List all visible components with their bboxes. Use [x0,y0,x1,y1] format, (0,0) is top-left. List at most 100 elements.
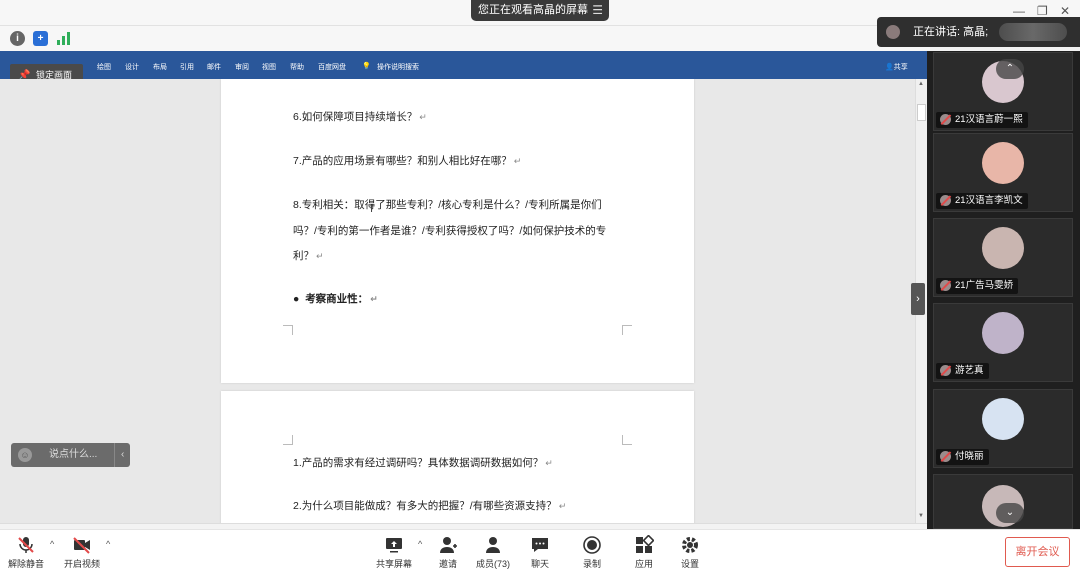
chevron-up-icon[interactable]: ^ [106,539,110,549]
active-speaker-indicator: 正在讲话: 高晶; [877,17,1080,47]
chat-placeholder: 说点什么... [49,449,98,460]
shield-icon[interactable]: + [33,31,48,46]
apps-icon [636,535,654,553]
ribbon-tab[interactable]: 引用 [180,62,194,72]
chevron-up-icon[interactable]: ⌃ [996,59,1024,79]
ribbon-tab[interactable]: 布局 [153,62,167,72]
doc-line: 1.产品的需求有经过调研吗？具体数据调研数据如何？ ↵ [293,457,553,469]
document-canvas[interactable]: 6.如何保障项目持续增长？ ↵ 7.产品的应用场景有哪些？和别人相比好在哪？ ↵ 8… [0,79,915,523]
ribbon-search[interactable]: 操作说明搜索 [377,62,419,72]
add-user-icon [440,537,457,553]
chat-label: 聊天 [530,559,549,569]
members-icon [486,537,500,553]
leave-meeting-button[interactable]: 离开会议 [1005,537,1070,567]
scrollbar-thumb[interactable] [917,104,926,121]
divider [114,443,115,467]
doc-line: 6.如何保障项目持续增长？ ↵ [293,111,427,123]
participant-name: 游艺真 [936,363,989,379]
lightbulb-icon: 💡 [362,63,371,70]
mic-muted-icon [940,114,951,125]
speaker-avatar-icon [886,25,900,39]
participant-name: 21广告马雯娇 [936,278,1019,294]
settings-label: 设置 [680,559,699,569]
doc-line: 吗？/专利的第一作者是谁？/专利获得授权了吗？/如何保护技术的专 [293,225,607,237]
ribbon-tab[interactable]: 百度网盘 [318,62,346,72]
mic-muted-icon [940,365,951,376]
info-icon[interactable]: i [10,31,25,46]
participant-name: 付晓丽 [936,449,989,465]
invite-label: 邀请 [438,559,457,569]
ribbon-tab[interactable]: 绘图 [97,62,111,72]
invite-button[interactable]: 邀请 [438,535,458,570]
participant-tile[interactable]: ⌃ 21汉语言蔚一熙 [933,52,1073,131]
chevron-left-icon[interactable]: ‹ [121,443,124,467]
page-corner-mark [622,435,632,445]
avatar [982,398,1024,440]
start-video-button[interactable]: 开启视频 [64,535,100,570]
document-page[interactable]: 1.产品的需求有经过调研吗？具体数据调研数据如何？ ↵ 2.为什么项目能做成？有多… [221,391,694,523]
word-ribbon: 绘图 设计 布局 引用 邮件 审阅 视图 帮助 百度网盘 💡 操作说明搜索 👤共… [0,51,930,79]
chat-input[interactable]: ☺ 说点什么... ‹ [11,443,130,467]
doc-line: 利？ ↵ [293,250,324,262]
members-label: 成员(73) [476,559,511,569]
unmute-button[interactable]: 解除静音 [8,535,44,570]
share-screen-label: 共享屏幕 [376,559,413,569]
share-screen-icon [386,538,402,553]
close-icon[interactable]: ✕ [1060,4,1070,18]
chevron-up-icon[interactable]: ^ [50,539,54,549]
participant-tile[interactable]: 21广告马雯娇 [933,218,1073,297]
participant-tile[interactable]: ⌄ [933,474,1073,529]
share-doc-button[interactable]: 👤共享 [885,62,908,72]
ribbon-tab[interactable]: 设计 [125,62,139,72]
panel-collapse-handle[interactable]: › [911,283,925,315]
menu-icon[interactable]: ☰ [592,0,603,21]
mic-off-icon [18,537,34,553]
meeting-toolbar: 解除静音 ^ 开启视频 ^ 共享屏幕 ^ 邀请 成员(73) 聊天 录制 应用 … [0,529,1080,574]
restore-icon[interactable]: ❐ [1037,4,1048,18]
scroll-down-icon[interactable]: ▼ [918,513,924,519]
doc-line: 7.产品的应用场景有哪些？和别人相比好在哪？ ↵ [293,155,522,167]
participant-tile[interactable]: 付晓丽 [933,389,1073,468]
chat-button[interactable]: 聊天 [530,535,550,570]
share-label: 共享 [893,64,908,71]
participant-tile[interactable]: 游艺真 [933,303,1073,382]
record-icon [583,536,601,554]
record-label: 录制 [582,559,601,569]
gear-icon [682,537,698,553]
chevron-down-icon[interactable]: ⌄ [996,503,1024,523]
doc-line: 2.为什么项目能做成？有多大的把握？/有哪些资源支持？ ↵ [293,500,567,512]
mic-muted-icon [940,195,951,206]
text-cursor-icon: I [370,203,374,215]
ribbon-tab[interactable]: 邮件 [207,62,221,72]
ribbon-tab[interactable]: 审阅 [235,62,249,72]
mic-muted-icon [940,451,951,462]
participant-name: 21汉语言蔚一熙 [936,112,1028,128]
chat-icon [532,538,548,552]
meeting-window: 您正在观看高晶的屏幕 ☰ — ❐ ✕ i + 正在讲话: 高晶; 绘图 设计 布… [0,0,1080,574]
participant-tile[interactable]: 21汉语言李凯文 [933,133,1073,212]
emoji-icon[interactable]: ☺ [18,448,32,462]
doc-line: 8.专利相关：取得了那些专利？/核心专利是什么？/专利所属是你们 [293,199,602,211]
ribbon-tab[interactable]: 帮助 [290,62,304,72]
apps-button[interactable]: 应用 [634,535,654,570]
screen-share-banner[interactable]: 您正在观看高晶的屏幕 ☰ [471,0,609,21]
minimize-icon[interactable]: — [1013,4,1025,18]
page-corner-mark [283,435,293,445]
speaker-label: 正在讲话: 高晶; [913,26,989,38]
share-screen-button[interactable]: 共享屏幕 [376,535,412,570]
person-icon: 👤 [885,64,894,71]
speaker-audio-wave [999,23,1067,41]
members-button[interactable]: 成员(73) [476,535,510,570]
mic-muted-icon [940,280,951,291]
document-page[interactable]: 6.如何保障项目持续增长？ ↵ 7.产品的应用场景有哪些？和别人相比好在哪？ ↵ 8… [221,79,694,383]
chevron-up-icon[interactable]: ^ [418,539,422,549]
avatar [982,227,1024,269]
meeting-info-bar: i + [0,26,930,51]
settings-button[interactable]: 设置 [680,535,700,570]
avatar [982,142,1024,184]
ribbon-tab[interactable]: 视图 [262,62,276,72]
doc-bullet-heading: ● 考察商业性： ↵ [293,293,378,305]
scroll-up-icon[interactable]: ▲ [918,81,924,87]
record-button[interactable]: 录制 [582,535,602,570]
signal-icon[interactable] [57,32,71,45]
